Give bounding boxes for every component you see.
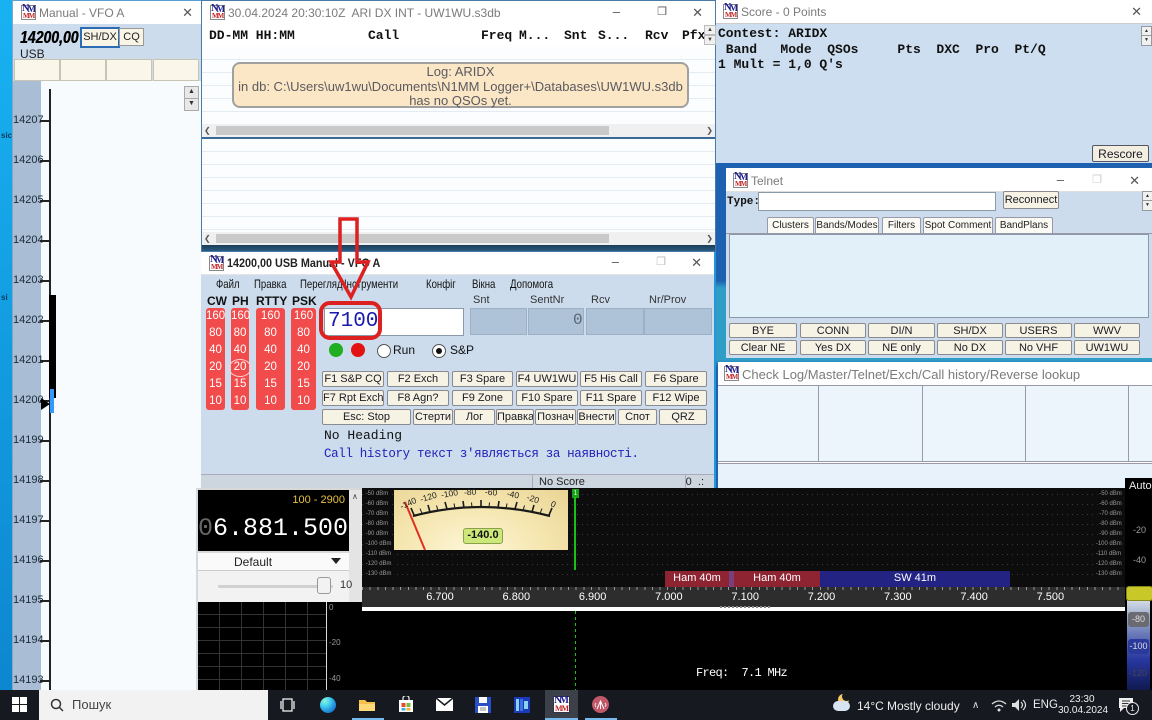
svg-text:-100: -100 [440,487,459,500]
svg-text:0: 0 [549,499,558,510]
svg-text:-60: -60 [485,487,498,498]
svg-text:-120: -120 [419,490,438,505]
svg-text:-20: -20 [526,492,541,505]
svg-text:-40: -40 [506,488,520,500]
svg-text:-80: -80 [464,486,477,497]
